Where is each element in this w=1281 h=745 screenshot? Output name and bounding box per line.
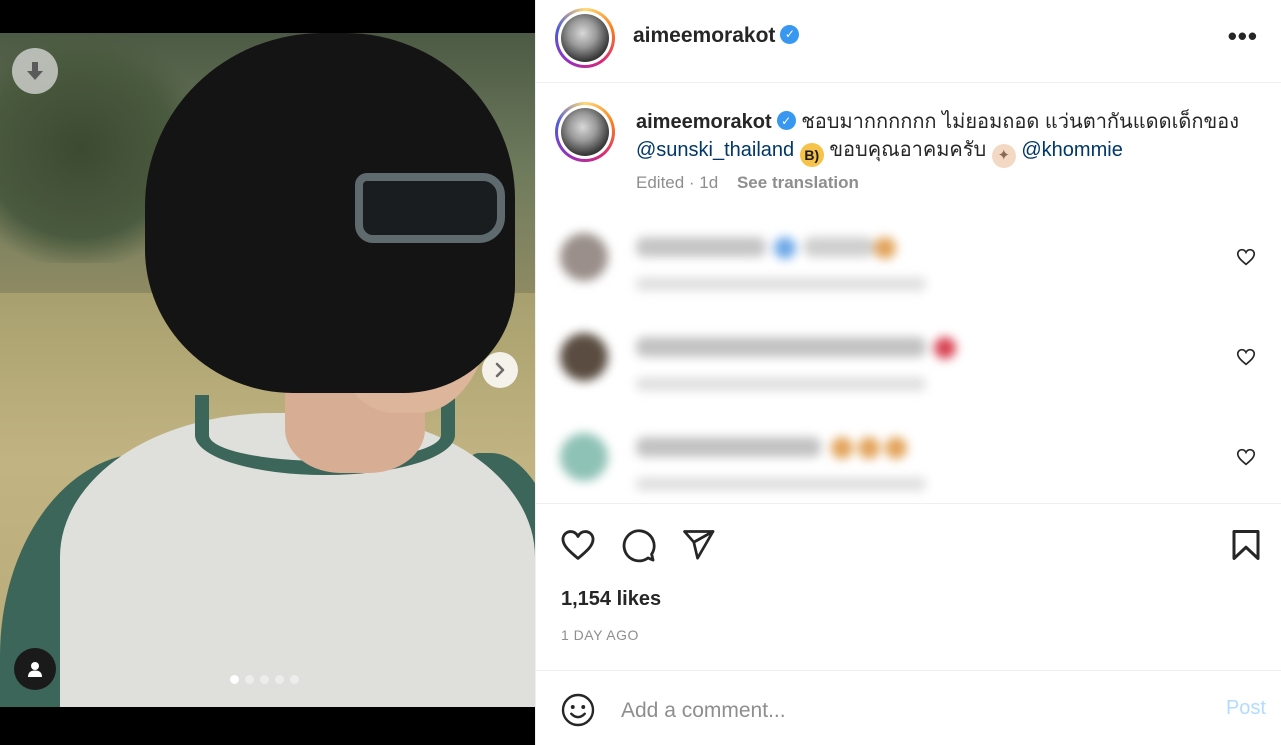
sunglasses-emoji-icon: B) [799,143,824,167]
caption-body: ชอบมากกกกกก ไม่ยอมถอด แว่นตากันแดดเด็กขอ… [801,111,1239,133]
avatar[interactable] [555,8,615,68]
heart-icon[interactable] [1235,246,1257,268]
list-item [546,311,1272,411]
bookmark-icon [1232,530,1260,560]
heart-icon[interactable] [1235,446,1257,468]
more-options-button[interactable]: ••• [1228,23,1258,49]
post-header: aimeemorakot ✓ ••• [536,0,1281,83]
avatar [560,233,608,281]
add-comment-bar: Post [536,670,1281,745]
mention-link[interactable]: @khommie [1021,139,1122,161]
share-button[interactable] [678,525,718,565]
carousel-dot [260,675,269,684]
post-photo[interactable] [0,33,535,707]
edited-timestamp: Edited · 1d [636,173,719,192]
carousel-dot [230,675,239,684]
more-options-icon: ••• [1227,21,1258,51]
emoji-picker-icon[interactable] [560,692,596,728]
see-translation-link[interactable]: See translation [737,173,859,192]
comments-list [546,211,1272,501]
verified-badge-icon: ✓ [776,111,796,131]
share-icon [683,530,715,560]
carousel-dot [290,675,299,684]
user-tag-icon [28,662,42,677]
post-actions [536,505,1281,585]
heart-icon [561,530,595,560]
verified-badge-icon: ✓ [780,24,800,44]
avatar [560,433,608,481]
caption-section: aimeemorakot ✓ ชอบมากกกกกก ไม่ยอมถอด แว่น… [536,83,1281,503]
carousel-dot [275,675,284,684]
caption-meta: Edited · 1d See translation [636,173,859,193]
carousel-dot [245,675,254,684]
avatar [560,333,608,381]
carousel-indicator [230,675,299,684]
download-button[interactable] [12,48,58,94]
comment-icon [622,529,656,563]
caption-text: aimeemorakot ✓ ชอบมากกกกกก ไม่ยอมถอด แว่น… [636,108,1256,168]
next-image-button[interactable] [482,352,518,388]
likes-count[interactable]: 1,154 likes [561,588,661,611]
list-item [546,411,1272,511]
comment-button[interactable] [618,525,658,565]
chevron-right-icon [495,362,505,378]
comment-input[interactable] [621,695,1181,727]
save-button[interactable] [1226,525,1266,565]
heart-icon[interactable] [1235,346,1257,368]
download-icon [27,62,43,80]
list-item [546,211,1272,311]
pray-emoji-icon: ✦ [991,144,1016,168]
caption-body-2: ขอบคุณอาคมครับ [829,139,987,161]
media-panel [0,0,535,745]
user-tag-button[interactable] [14,648,56,690]
like-button[interactable] [558,525,598,565]
username-link[interactable]: aimeemorakot [633,24,775,47]
caption-avatar[interactable] [555,102,615,162]
mention-link[interactable]: @sunski_thailand [636,139,794,161]
post-details-panel: aimeemorakot ✓ ••• aimeemorakot ✓ ชอบมากกก… [535,0,1281,745]
post-date: 1 DAY AGO [561,627,639,643]
caption-username[interactable]: aimeemorakot [636,111,772,133]
post-button[interactable]: Post [1226,697,1266,720]
